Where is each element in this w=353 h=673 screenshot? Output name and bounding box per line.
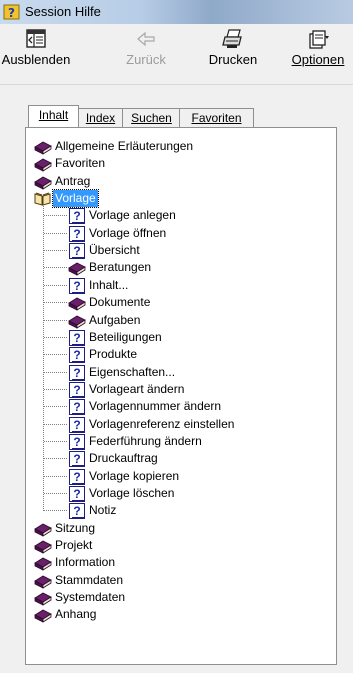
tree-item-label: Allgemeine Erläuterungen [55,139,194,153]
tree-item-label: Beteiligungen [89,330,162,344]
tree-branch-line [44,285,67,286]
hide-pane-icon [26,29,46,48]
tab-index[interactable]: Index [77,108,124,127]
help-topic-icon [68,346,86,364]
help-topic-icon [68,225,86,243]
options-button-label: Optionen [291,52,345,67]
tree-item-label: Notiz [89,503,117,517]
tree-branch-line [44,424,67,425]
tree-item-label: Beratungen [89,260,152,274]
tree-branch-line [44,372,67,373]
toolbar-separator [0,84,353,85]
book-closed-icon [34,609,52,623]
tree-item-label: Dokumente [89,295,151,309]
book-closed-icon [34,540,52,554]
tree-branch-line [44,337,67,338]
book-closed-icon [34,575,52,589]
help-topic-icon [68,207,86,225]
book-closed-icon [34,176,52,190]
tab-inhalt[interactable]: Inhalt [28,105,79,127]
help-topic-icon [68,381,86,399]
help-app-icon: ? [3,4,20,20]
help-topic-icon [68,468,86,486]
tree-item-label: Eigenschaften... [89,365,176,379]
tree-item-label: Aufgaben [89,313,141,327]
tree-item-label: Antrag [55,174,91,188]
tree-branch-line [44,406,67,407]
help-topic-icon [68,502,86,520]
window-title: Session Hilfe [25,4,101,19]
back-button[interactable]: Zurück [118,24,174,80]
tree-item-label: Produkte [89,347,138,361]
tree-item-label: Information [55,555,116,569]
tree-item-label: Vorlage öffnen [89,226,167,240]
tree-item-label: Systemdaten [55,590,126,604]
toolbar: Ausblenden Zurück Drucken Optionen [0,24,353,82]
book-closed-icon [68,297,86,311]
options-icon [309,30,329,49]
tree-branch-line [44,389,67,390]
book-closed-icon [68,262,86,276]
tree-branch-line [44,476,67,477]
tree-item-label: Stammdaten [55,573,124,587]
help-topic-icon [68,329,86,347]
title-bar[interactable]: ? Session Hilfe [0,0,353,24]
help-topic-icon [68,433,86,451]
hide-button[interactable]: Ausblenden [0,24,72,80]
help-topic-icon [68,450,86,468]
tree-item-label: Projekt [55,538,93,552]
help-topic-icon [68,398,86,416]
tree-item-label: Vorlage kopieren [89,469,180,483]
printer-icon [222,29,242,48]
help-topic-icon [68,416,86,434]
tree-item-label: Inhalt... [89,278,129,292]
help-topic-icon [68,277,86,295]
hide-button-label: Ausblenden [1,52,71,67]
back-arrow-icon [137,31,155,47]
print-button-label: Drucken [208,52,258,67]
book-closed-icon [68,315,86,329]
tree-item-label: Favoriten [55,156,106,170]
tree-item-label: Vorlage anlegen [89,208,176,222]
tree-item-label: Vorlage löschen [89,486,175,500]
tree-item-label: Federführung ändern [89,434,202,448]
tree-branch-line [44,441,67,442]
book-closed-icon [34,141,52,155]
tree-branch-line [44,267,67,268]
tree-branch-line [44,233,67,234]
tree-branch-line [44,320,67,321]
options-button[interactable]: Optionen [283,24,353,80]
book-closed-icon [34,158,52,172]
tree-branch-line [44,493,67,494]
tree-branch-line [44,302,67,303]
tree-item-label: Anhang [55,607,97,621]
tree-item-label: Vorlagenreferenz einstellen [89,417,235,431]
tree-item-label: Druckauftrag [89,451,158,465]
tree-branch-line [44,354,67,355]
back-button-label: Zurück [126,52,166,67]
tree-item-label: Vorlageart ändern [89,382,185,396]
tree-item-label: Sitzung [55,521,96,535]
print-button[interactable]: Drucken [201,24,265,80]
tree-branch-line [44,510,67,511]
contents-panel[interactable]: Allgemeine Erläuterungen Favoriten Antrag V… [25,127,337,665]
tree-branch-line [44,250,67,251]
tree-branch-line [44,215,67,216]
tree-item-label: Vorlage [52,189,99,208]
book-closed-icon [34,592,52,606]
book-open-icon [34,192,51,206]
tab-suchen[interactable]: Suchen [122,108,181,127]
tab-favoriten[interactable]: Favoriten [179,108,254,127]
help-topic-icon [68,242,86,260]
svg-text:?: ? [8,6,15,20]
help-topic-icon [68,485,86,503]
tree-item-label: Vorlagennummer ändern [89,399,222,413]
tree-item-label: Übersicht [89,243,140,257]
help-topic-icon [68,364,86,382]
book-closed-icon [34,523,52,537]
tree-guide-line [43,206,44,511]
tree-branch-line [44,458,67,459]
book-closed-icon [34,557,52,571]
